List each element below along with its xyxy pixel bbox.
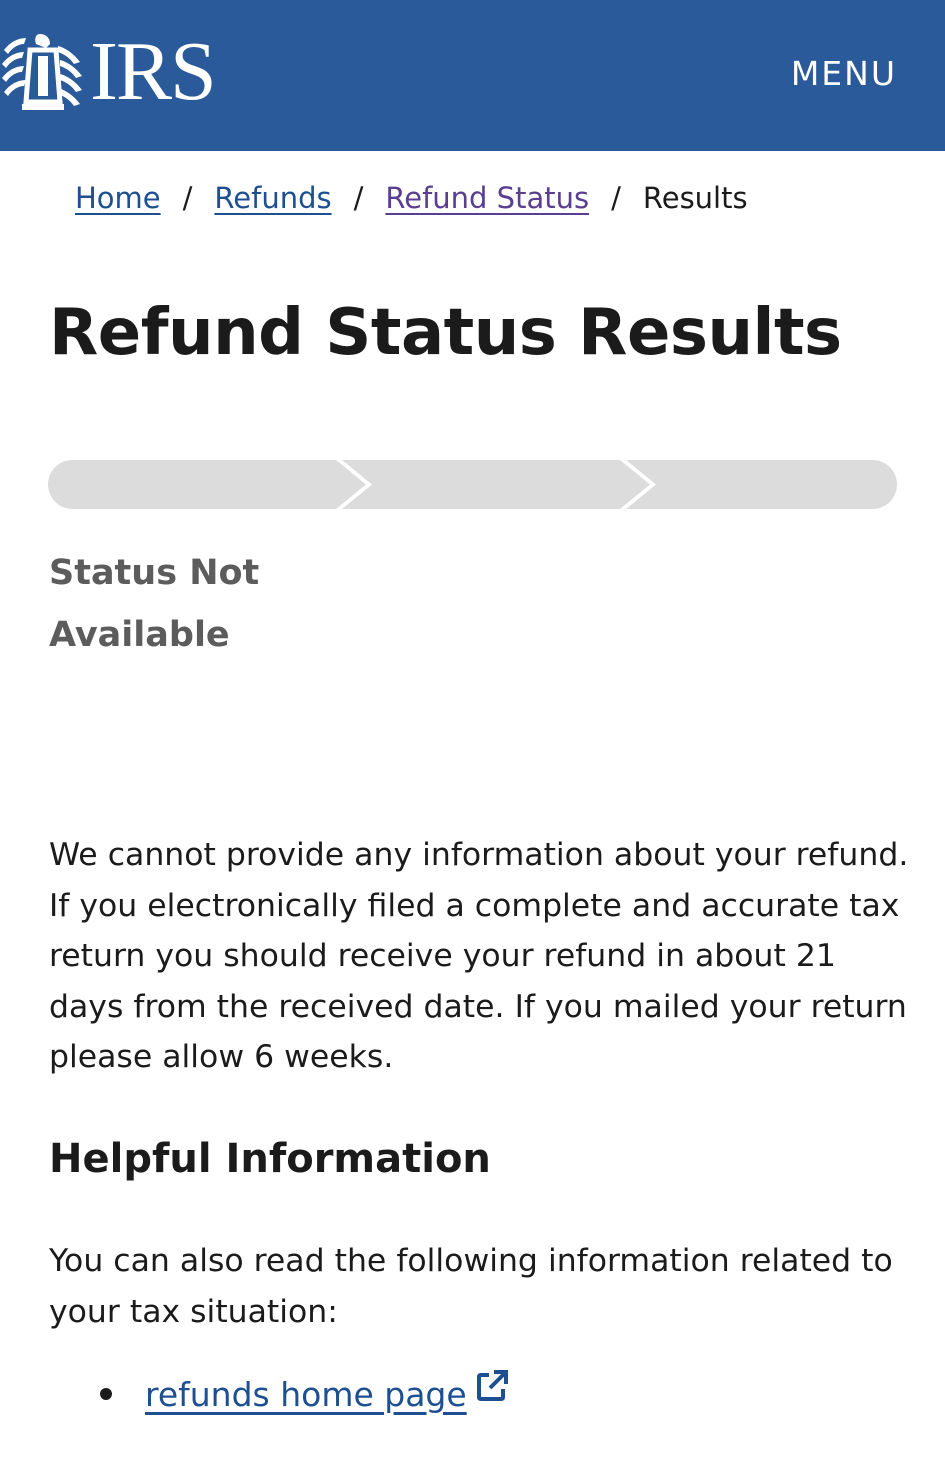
breadcrumb: Home / Refunds / Refund Status / Results bbox=[75, 178, 748, 218]
progress-step-3 bbox=[626, 460, 897, 509]
irs-logo[interactable]: IRS bbox=[0, 25, 217, 118]
progress-step-1 bbox=[48, 460, 366, 509]
breadcrumb-separator: / bbox=[182, 181, 193, 215]
breadcrumb-refunds-link[interactable]: Refunds bbox=[214, 181, 331, 215]
eagle-emblem-icon bbox=[2, 34, 82, 110]
helpful-information-intro: You can also read the following informat… bbox=[49, 1243, 893, 1330]
breadcrumb-separator: / bbox=[611, 181, 621, 215]
progress-step-2 bbox=[342, 460, 650, 509]
logo-text: IRS bbox=[90, 25, 217, 118]
refunds-home-page-link[interactable]: refunds home page bbox=[145, 1375, 467, 1414]
progress-tracker bbox=[48, 460, 897, 509]
site-header: IRS MENU bbox=[0, 0, 945, 151]
breadcrumb-separator: / bbox=[353, 181, 364, 215]
external-link-icon[interactable] bbox=[475, 1369, 509, 1408]
status-message: We cannot provide any information about … bbox=[49, 837, 909, 1075]
menu-button[interactable]: MENU bbox=[791, 54, 897, 94]
helpful-links-list: refunds home page bbox=[100, 1366, 509, 1422]
helpful-information-heading: Helpful Information bbox=[49, 1136, 491, 1182]
bullet-icon bbox=[100, 1388, 112, 1400]
page-title: Refund Status Results bbox=[49, 296, 842, 370]
breadcrumb-current: Results bbox=[642, 181, 748, 215]
breadcrumb-refund-status-link[interactable]: Refund Status bbox=[385, 181, 589, 215]
status-label: Status Not Available bbox=[49, 553, 260, 655]
list-item: refunds home page bbox=[100, 1366, 509, 1422]
breadcrumb-home-link[interactable]: Home bbox=[75, 181, 161, 215]
